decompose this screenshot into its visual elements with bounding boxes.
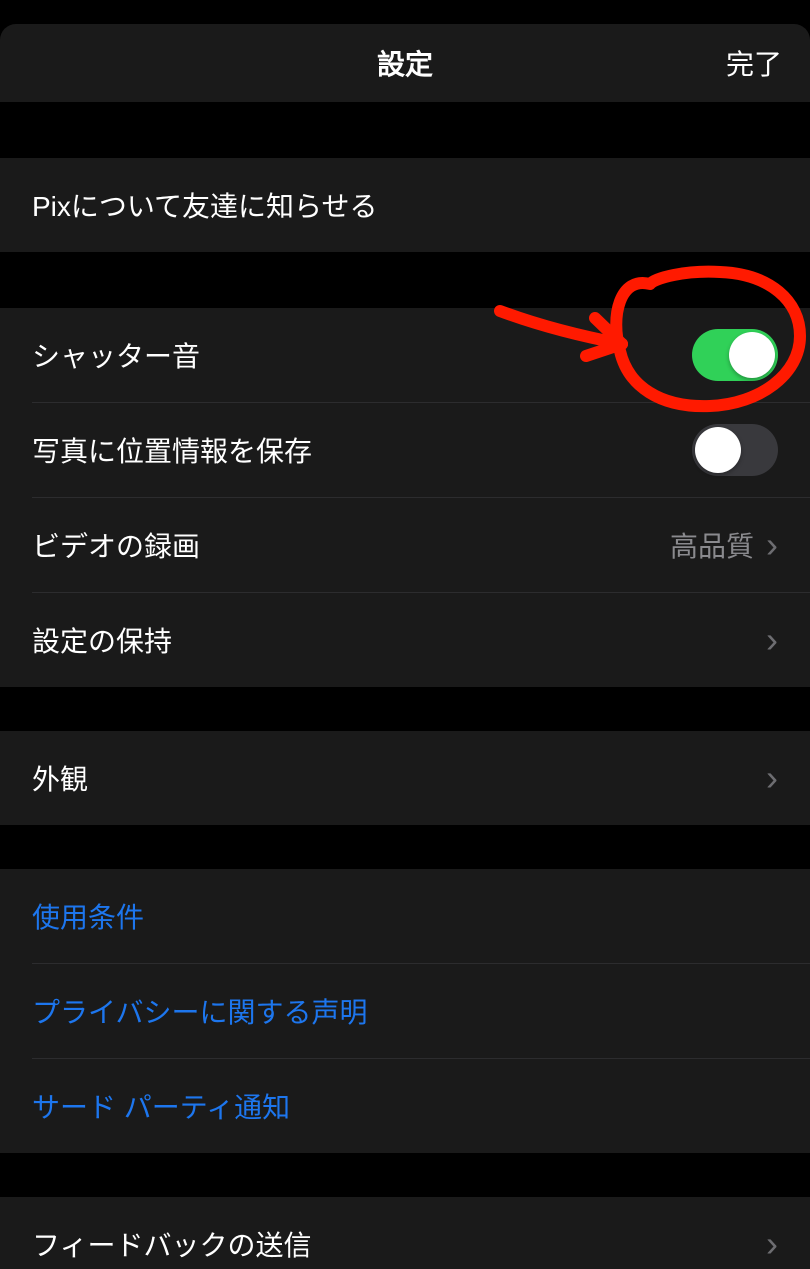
chevron-right-icon: › — [766, 1226, 778, 1262]
page-title: 設定 — [377, 43, 433, 83]
chevron-right-icon: › — [766, 760, 778, 796]
video-recording-row[interactable]: ビデオの録画 高品質 › — [0, 498, 810, 592]
location-save-label: 写真に位置情報を保存 — [32, 430, 312, 470]
preserve-settings-label: 設定の保持 — [32, 620, 172, 660]
settings-header: 設定 完了 — [0, 24, 810, 102]
appearance-row[interactable]: 外観 › — [0, 731, 810, 825]
terms-link: 使用条件 — [32, 896, 144, 936]
video-recording-label: ビデオの録画 — [32, 525, 200, 565]
location-save-row: 写真に位置情報を保存 — [0, 403, 810, 497]
spacer — [0, 687, 810, 731]
third-party-row[interactable]: サード パーティ通知 — [0, 1059, 810, 1153]
preserve-settings-row[interactable]: 設定の保持 › — [0, 593, 810, 687]
toggle-knob — [695, 427, 741, 473]
chevron-right-icon: › — [766, 527, 778, 563]
spacer — [0, 1153, 810, 1197]
feedback-label: フィードバックの送信 — [32, 1224, 311, 1264]
share-pix-row[interactable]: Pixについて友達に知らせる — [0, 158, 810, 252]
terms-row[interactable]: 使用条件 — [0, 869, 810, 963]
shutter-sound-label: シャッター音 — [32, 335, 200, 375]
toggle-knob — [729, 332, 775, 378]
spacer — [0, 252, 810, 308]
spacer — [0, 102, 810, 158]
shutter-sound-row: シャッター音 — [0, 308, 810, 402]
shutter-sound-toggle[interactable] — [692, 329, 778, 381]
privacy-row[interactable]: プライバシーに関する声明 — [0, 964, 810, 1058]
third-party-link: サード パーティ通知 — [32, 1086, 290, 1126]
location-save-toggle[interactable] — [692, 424, 778, 476]
video-recording-value: 高品質 — [670, 525, 754, 565]
appearance-label: 外観 — [32, 758, 88, 798]
feedback-row[interactable]: フィードバックの送信 › — [0, 1197, 810, 1269]
done-button[interactable]: 完了 — [726, 43, 782, 83]
spacer — [0, 825, 810, 869]
chevron-right-icon: › — [766, 622, 778, 658]
privacy-link: プライバシーに関する声明 — [32, 991, 367, 1031]
share-label: Pixについて友達に知らせる — [32, 185, 378, 225]
